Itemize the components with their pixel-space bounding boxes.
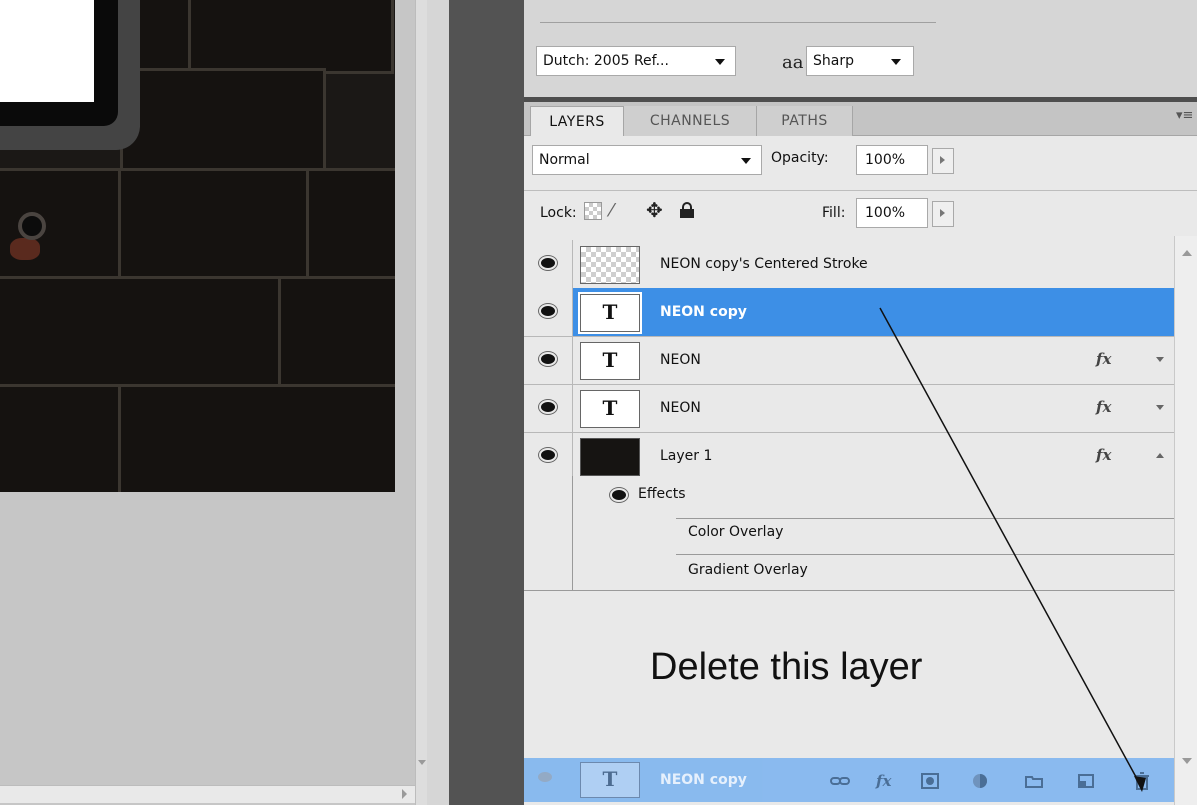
fill-input[interactable]: 100%: [856, 198, 928, 228]
chevron-down-icon: [741, 158, 751, 164]
new-layer-icon[interactable]: [1076, 772, 1096, 790]
wall-bolt: [18, 212, 46, 240]
tab-channels[interactable]: CHANNELS: [624, 106, 757, 136]
visibility-eye-icon[interactable]: [524, 432, 573, 480]
fill-label: Fill:: [822, 205, 846, 221]
panel-menu-icon[interactable]: ▾≡: [1176, 108, 1193, 123]
fx-icon[interactable]: fx: [1096, 350, 1111, 368]
layer-name: NEON: [660, 400, 701, 416]
visibility-eye-icon[interactable]: [524, 288, 573, 336]
trash-icon[interactable]: [1132, 772, 1152, 790]
scroll-down-icon[interactable]: [1182, 758, 1192, 764]
fill-slider-button[interactable]: [932, 201, 954, 227]
layer-row[interactable]: T NEON fx: [524, 336, 1174, 385]
document-image[interactable]: [0, 0, 395, 492]
lock-label: Lock:: [540, 205, 577, 221]
layer-row[interactable]: NEON copy's Centered Stroke: [524, 240, 1174, 289]
layers-scrollbar[interactable]: [1174, 236, 1197, 805]
tutorial-annotation: Delete this layer: [650, 646, 923, 688]
expand-effects-icon[interactable]: [1156, 405, 1164, 410]
effects-visibility-eye-icon[interactable]: [612, 490, 626, 500]
layer-row-selected[interactable]: T NEON copy: [524, 288, 1174, 337]
text-layer-thumbnail: T: [580, 342, 640, 380]
anti-alias-icon: aa: [782, 52, 804, 73]
panel-dock-strip: [449, 0, 524, 805]
layer-row[interactable]: T NEON fx: [524, 384, 1174, 433]
chevron-down-icon: [715, 59, 725, 65]
tab-layers[interactable]: LAYERS: [530, 106, 624, 137]
collapse-effects-icon[interactable]: [1156, 453, 1164, 458]
layer-thumbnail: [580, 246, 640, 284]
opacity-label: Opacity:: [771, 150, 829, 166]
font-family-value: Dutch: 2005 Ref...: [543, 53, 669, 69]
link-icon[interactable]: [830, 772, 850, 790]
fx-icon[interactable]: fx: [1096, 398, 1111, 416]
scroll-down-icon[interactable]: [418, 760, 426, 765]
layer-name: NEON copy: [660, 304, 747, 320]
layer-name: Layer 1: [660, 448, 713, 464]
chevron-down-icon: [891, 59, 901, 65]
visibility-eye-icon: [538, 772, 552, 782]
tab-paths[interactable]: PATHS: [757, 106, 853, 136]
anti-alias-dropdown[interactable]: Sharp: [806, 46, 914, 76]
scroll-right-icon[interactable]: [402, 789, 407, 799]
fx-icon[interactable]: fx: [1096, 446, 1111, 464]
horizontal-scrollbar[interactable]: [0, 785, 415, 803]
lock-transparency-icon[interactable]: [584, 202, 602, 220]
text-layer-thumbnail: T: [580, 762, 640, 798]
lock-position-icon[interactable]: ✥: [646, 198, 663, 222]
scroll-up-icon[interactable]: [1182, 250, 1192, 256]
layer-name: NEON copy's Centered Stroke: [660, 256, 868, 272]
blend-mode-value: Normal: [539, 152, 590, 168]
layer-name: NEON copy: [660, 772, 747, 788]
visibility-eye-icon[interactable]: [524, 240, 573, 288]
vertical-scrollbar[interactable]: [415, 0, 427, 805]
lock-pixels-icon[interactable]: ⁄: [610, 200, 613, 221]
font-family-dropdown[interactable]: Dutch: 2005 Ref...: [536, 46, 736, 76]
fx-icon[interactable]: fx: [876, 772, 896, 790]
effect-item[interactable]: Color Overlay: [688, 524, 783, 540]
visibility-eye-icon[interactable]: [524, 336, 573, 384]
text-layer-thumbnail: T: [580, 294, 640, 332]
folder-icon[interactable]: [1024, 772, 1044, 790]
image-layer-thumbnail: [580, 438, 640, 476]
blend-mode-dropdown[interactable]: Normal: [532, 145, 762, 175]
opacity-slider-button[interactable]: [932, 148, 954, 174]
adjustment-icon[interactable]: [970, 772, 990, 790]
visibility-eye-icon[interactable]: [524, 384, 573, 432]
layer-name: NEON: [660, 352, 701, 368]
layer-row[interactable]: Layer 1 fx: [524, 432, 1174, 480]
anti-alias-value: Sharp: [813, 53, 854, 69]
effect-item[interactable]: Gradient Overlay: [688, 562, 808, 578]
mask-icon[interactable]: [920, 772, 940, 790]
expand-effects-icon[interactable]: [1156, 357, 1164, 362]
lock-all-icon[interactable]: [680, 202, 694, 218]
text-layer-thumbnail: T: [580, 390, 640, 428]
effects-label: Effects: [638, 486, 686, 502]
opacity-input[interactable]: 100%: [856, 145, 928, 175]
